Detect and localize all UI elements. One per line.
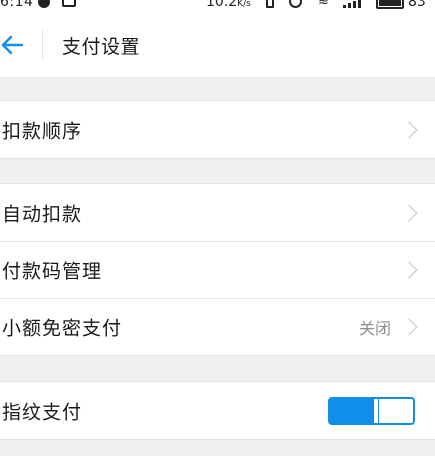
network-speed-value: 10.2	[206, 0, 238, 10]
signal-icon	[343, 0, 361, 8]
row-small-password-free[interactable]: 小额免密支付 关闭	[0, 298, 435, 355]
settings-group-payment: 自动扣款 付款码管理 小额免密支付 关闭	[0, 183, 435, 356]
image-notification-icon	[62, 0, 76, 7]
row-label: 自动扣款	[2, 203, 83, 225]
row-label: 付款码管理	[2, 260, 103, 283]
arrow-left-icon	[1, 35, 24, 55]
row-label: 指纹支付	[2, 401, 83, 423]
row-fingerprint-pay: 指纹支付	[0, 382, 435, 439]
row-auto-deduction[interactable]: 自动扣款	[0, 184, 435, 241]
battery-level: 83	[408, 0, 426, 10]
wifi-icon: ≋	[318, 0, 329, 9]
battery-icon	[376, 0, 404, 9]
fingerprint-toggle[interactable]	[328, 396, 415, 425]
settings-group-fingerprint: 指纹支付	[0, 381, 435, 440]
chevron-right-icon	[400, 318, 418, 336]
page-title: 支付设置	[62, 36, 141, 58]
network-speed-unit: K/s	[237, 0, 251, 9]
row-payment-code[interactable]: 付款码管理	[0, 241, 435, 298]
header-divider	[42, 30, 43, 60]
toggle-knob	[374, 398, 379, 423]
row-status-value: 关闭	[358, 319, 391, 338]
settings-group-order: 扣款顺序	[0, 100, 435, 159]
status-time: 6:14	[0, 0, 34, 10]
network-speed: 10.2K/s	[206, 0, 251, 10]
back-button[interactable]	[0, 30, 30, 60]
row-label: 扣款顺序	[2, 120, 83, 142]
alarm-icon	[289, 0, 302, 8]
row-deduction-order[interactable]: 扣款顺序	[0, 101, 435, 158]
chevron-right-icon	[400, 261, 418, 279]
row-label: 小额免密支付	[2, 317, 123, 340]
status-bar: 6:14 10.2K/s ≋ 83	[0, 0, 435, 14]
notification-icon	[38, 0, 50, 8]
chevron-right-icon	[400, 204, 418, 221]
chevron-right-icon	[400, 121, 418, 138]
nav-header: 支付设置	[0, 14, 435, 78]
toggle-fill	[330, 398, 374, 423]
vibrate-icon	[266, 0, 274, 8]
